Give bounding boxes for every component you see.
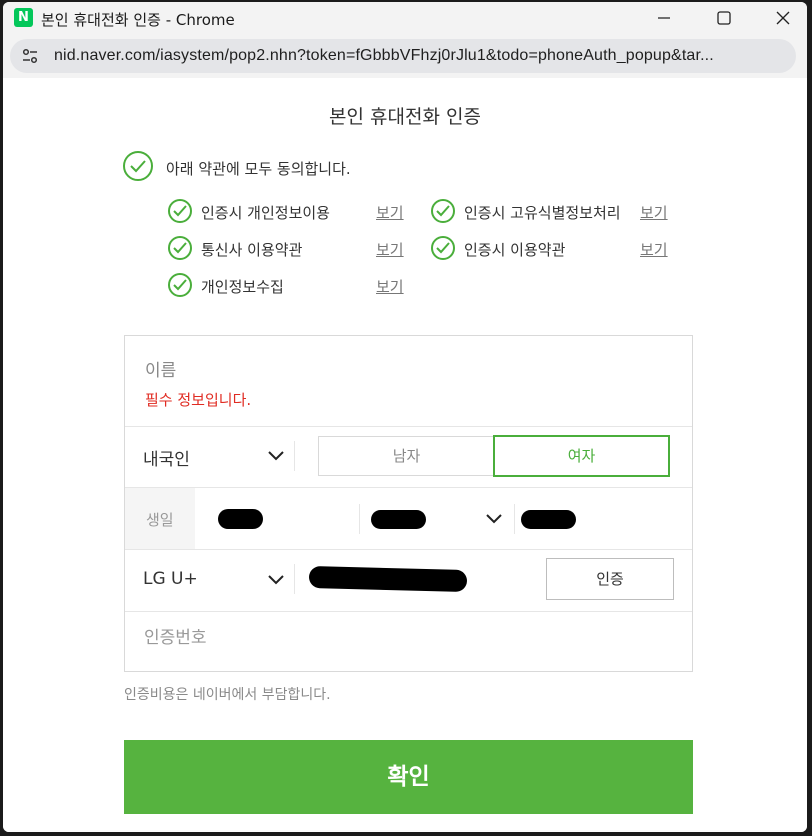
nationality-select[interactable]: 내국인: [143, 445, 190, 470]
gender-female-button[interactable]: 여자: [493, 435, 670, 477]
column-divider: [514, 504, 515, 534]
request-auth-button[interactable]: 인증: [546, 558, 674, 600]
terms-label-carrier: 통신사 이용약관: [201, 241, 303, 259]
terms-label-auth-terms: 인증시 이용약관: [464, 241, 566, 259]
check-icon: [436, 205, 450, 217]
auth-code-input[interactable]: [144, 628, 664, 648]
check-icon: [173, 242, 187, 254]
check-icon: [173, 205, 187, 217]
confirm-button[interactable]: 확인: [124, 740, 693, 814]
terms-label-privacy-collect: 개인정보수집: [201, 278, 284, 296]
address-bar: nid.naver.com/iasystem/pop2.nhn?token=fG…: [3, 34, 807, 78]
view-link-auth-terms[interactable]: 보기: [640, 239, 668, 260]
terms-checkbox-unique-id[interactable]: [431, 199, 455, 223]
page-title: 본인 휴대전화 인증: [329, 106, 481, 128]
column-divider: [294, 441, 295, 471]
terms-checkbox-auth-terms[interactable]: [431, 236, 455, 260]
terms-checkbox-privacy-collect[interactable]: [168, 273, 192, 297]
birth-day-redacted[interactable]: [521, 510, 576, 529]
phone-number-redacted[interactable]: [308, 565, 468, 593]
birth-year-redacted[interactable]: [218, 509, 263, 529]
name-error-message: 필수 정보입니다.: [145, 391, 252, 409]
terms-checkbox-carrier[interactable]: [168, 236, 192, 260]
page-content: 본인 휴대전화 인증 아래 약관에 모두 동의합니다. 인증시 개인정보이용 보…: [3, 78, 807, 832]
identity-form: 이름 필수 정보입니다. 내국인 남자 여자 생일 LG U+ 인증 인증번호: [124, 335, 693, 672]
view-link-carrier[interactable]: 보기: [376, 239, 404, 260]
check-icon: [436, 242, 450, 254]
window-title: 본인 휴대전화 인증 - Chrome: [41, 11, 235, 29]
maximize-button[interactable]: [701, 2, 747, 34]
tune-icon[interactable]: [21, 47, 39, 65]
row-divider: [125, 487, 692, 488]
url-field[interactable]: nid.naver.com/iasystem/pop2.nhn?token=fG…: [10, 39, 796, 73]
view-link-unique-id[interactable]: 보기: [640, 202, 668, 223]
view-link-privacy-collect[interactable]: 보기: [376, 276, 404, 297]
url-text: nid.naver.com/iasystem/pop2.nhn?token=fG…: [54, 47, 714, 64]
check-icon: [173, 279, 187, 291]
check-icon: [130, 160, 146, 173]
carrier-select[interactable]: LG U+: [143, 569, 198, 589]
column-divider: [294, 564, 295, 594]
row-divider: [125, 426, 692, 427]
maximize-icon: [717, 11, 731, 25]
naver-app-icon: N: [14, 8, 33, 27]
birth-label-cell: 생일: [125, 488, 195, 550]
minimize-icon: [658, 17, 670, 19]
terms-checkbox-privacy-use[interactable]: [168, 199, 192, 223]
terms-label-privacy-use: 인증시 개인정보이용: [201, 204, 330, 222]
name-field-label[interactable]: 이름: [145, 356, 176, 381]
gender-male-button[interactable]: 남자: [318, 436, 494, 476]
row-divider: [125, 549, 692, 550]
terms-label-unique-id: 인증시 고유식별정보처리: [464, 204, 621, 222]
row-divider: [125, 611, 692, 612]
minimize-button[interactable]: [641, 2, 687, 34]
view-link-privacy-use[interactable]: 보기: [376, 202, 404, 223]
chevron-down-icon[interactable]: [486, 514, 502, 524]
agree-all-label: 아래 약관에 모두 동의합니다.: [166, 160, 351, 178]
birth-label: 생일: [146, 511, 174, 529]
browser-window: N 본인 휴대전화 인증 - Chrome nid.naver.com/iasy…: [3, 2, 807, 832]
close-icon: [776, 11, 790, 25]
column-divider: [359, 504, 360, 534]
chevron-down-icon[interactable]: [268, 575, 284, 585]
cost-notice: 인증비용은 네이버에서 부담합니다.: [124, 687, 331, 703]
agree-all-checkbox[interactable]: [123, 151, 153, 181]
title-bar[interactable]: N 본인 휴대전화 인증 - Chrome: [3, 2, 807, 34]
birth-month-redacted[interactable]: [371, 510, 426, 529]
close-button[interactable]: [760, 2, 806, 34]
chevron-down-icon[interactable]: [268, 451, 284, 461]
